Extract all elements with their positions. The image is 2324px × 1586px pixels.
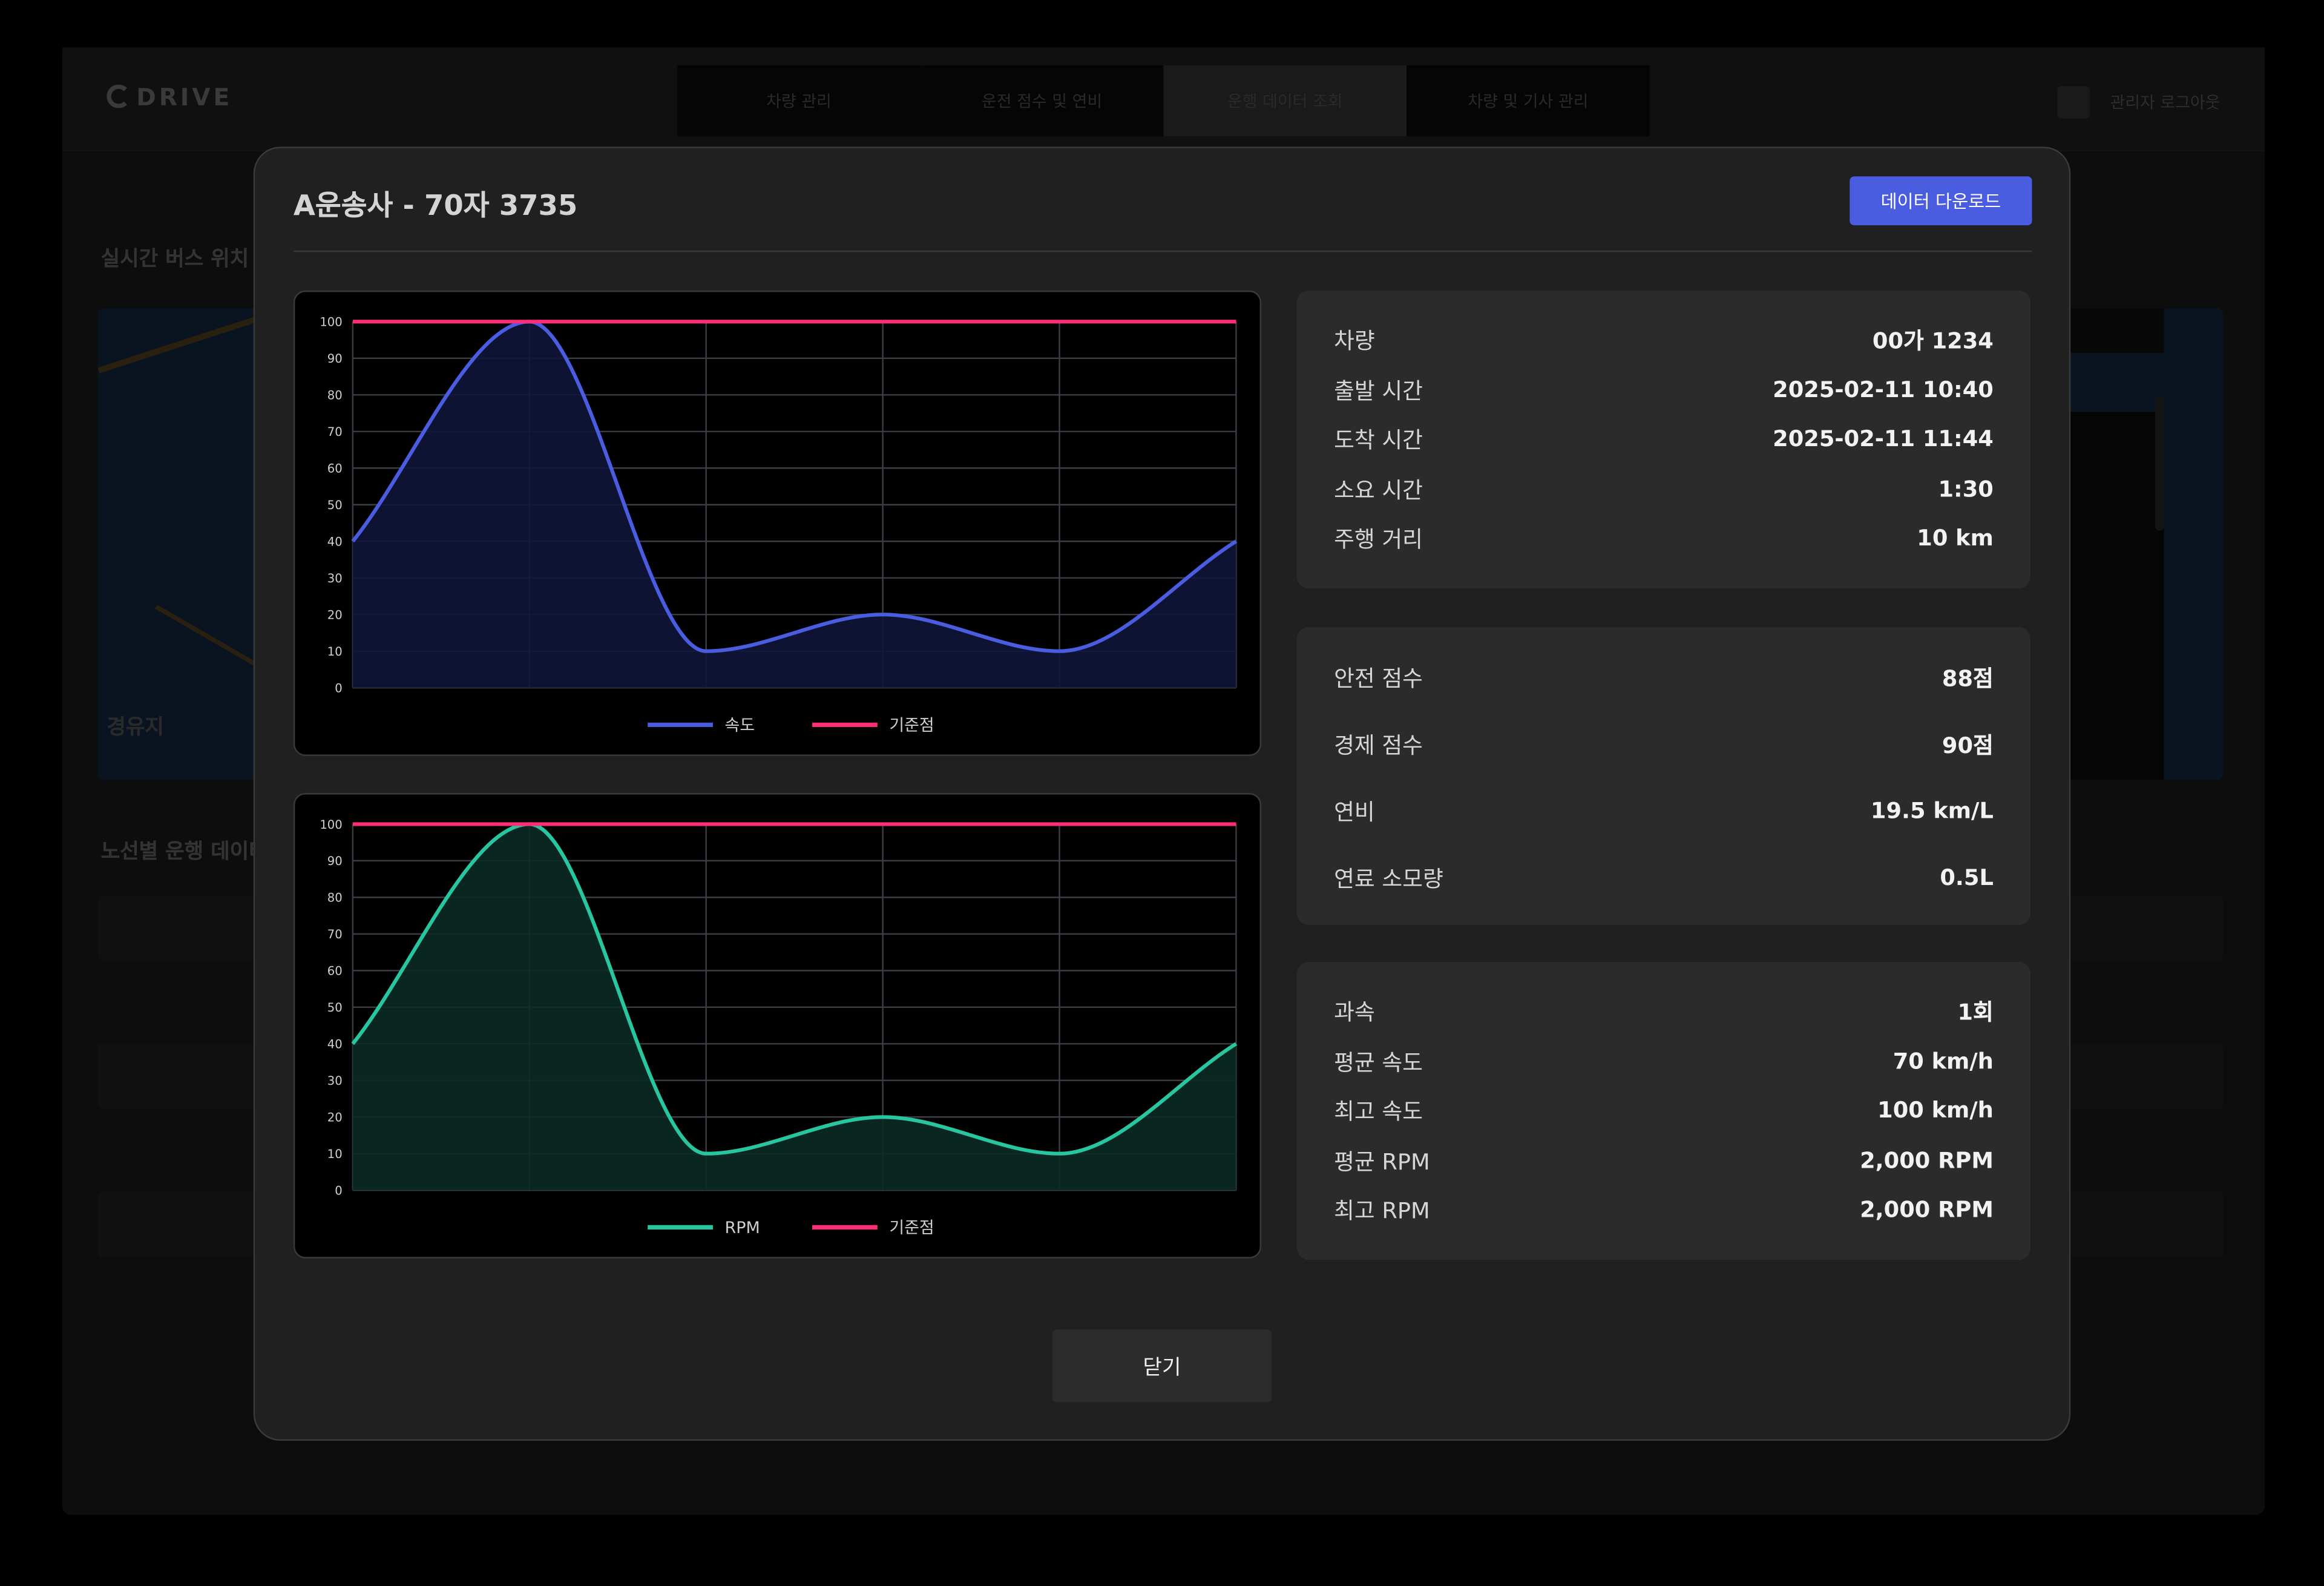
y-tick-label: 80 (327, 389, 343, 403)
score-row: 연료 소모량 0.5L (1334, 860, 1994, 895)
info-label: 출발 시간 (1334, 377, 1423, 404)
score-value: 88점 (1942, 665, 1994, 692)
legend-label: 속도 (725, 716, 755, 735)
stat-label: 최고 속도 (1334, 1097, 1423, 1125)
modal-title: A운송사 - 70자 3735 (293, 189, 578, 223)
score-value: 19.5 km/L (1870, 797, 1994, 824)
info-row: 소요 시간 1:30 (1334, 472, 1994, 507)
y-tick-label: 80 (327, 891, 343, 905)
background-logo: DRIVE (107, 83, 232, 111)
y-tick-label: 10 (327, 645, 343, 659)
stat-value: 2,000 RPM (1860, 1196, 1994, 1223)
stat-row: 최고 RPM 2,000 RPM (1334, 1192, 1994, 1228)
score-value: 0.5L (1940, 864, 1994, 891)
score-value: 90점 (1942, 731, 1994, 758)
background-nav-tabs: 차량 관리 운전 점수 및 연비 운행 데이터 조회 차량 및 기사 관리 (677, 65, 1650, 137)
stat-row: 평균 속도 70 km/h (1334, 1044, 1994, 1079)
info-label: 도착 시간 (1334, 426, 1423, 453)
legend-label: RPM (725, 1219, 760, 1237)
driving-stats-card: 과속 1회 평균 속도 70 km/h 최고 속도 100 km/h 평균 RPM 2,… (1296, 962, 2031, 1260)
score-row: 안전 점수 88점 (1334, 660, 1994, 696)
stat-label: 평균 속도 (1334, 1048, 1423, 1076)
y-tick-label: 70 (327, 927, 343, 941)
score-label: 안전 점수 (1334, 665, 1423, 692)
stat-label: 최고 RPM (1334, 1197, 1430, 1224)
y-tick-label: 50 (327, 1001, 343, 1015)
trip-info-card: 차량 00가 1234 출발 시간 2025-02-11 10:40 도착 시간 20… (1296, 290, 2031, 589)
y-tick-label: 70 (327, 425, 343, 439)
info-value: 00가 1234 (1872, 326, 1994, 354)
info-row: 출발 시간 2025-02-11 10:40 (1334, 372, 1994, 408)
stat-value: 2,000 RPM (1860, 1147, 1994, 1174)
logo-text: DRIVE (136, 83, 233, 111)
map-label: 경유지 (107, 716, 164, 740)
app-root: DRIVE 차량 관리 운전 점수 및 연비 운행 데이터 조회 차량 및 기사… (0, 0, 2324, 1586)
info-row: 차량 00가 1234 (1334, 321, 1994, 357)
rpm-chart-svg: 0 10 20 30 40 50 60 70 80 90 100 RPM 기준점 (320, 818, 1238, 1237)
score-row: 연비 19.5 km/L (1334, 793, 1994, 829)
legend-label: 기준점 (889, 1219, 934, 1237)
info-value: 10 km (1917, 524, 1994, 551)
y-tick-label: 0 (335, 681, 342, 695)
speed-chart: 0 10 20 30 40 50 60 70 80 90 100 속도 기준점 (293, 290, 1262, 756)
background-tab: 운전 점수 및 연비 (920, 65, 1164, 137)
score-label: 연비 (1334, 798, 1375, 825)
stat-row: 평균 RPM 2,000 RPM (1334, 1143, 1994, 1179)
stat-label: 과속 (1334, 998, 1375, 1025)
info-label: 주행 거리 (1334, 525, 1423, 553)
stat-row: 과속 1회 (1334, 993, 1994, 1029)
y-tick-label: 40 (327, 1038, 343, 1051)
y-tick-label: 30 (327, 1074, 343, 1088)
background-tab: 차량 관리 (677, 65, 921, 137)
score-label: 경제 점수 (1334, 731, 1423, 758)
y-tick-label: 100 (320, 315, 342, 329)
background-tab: 차량 및 기사 관리 (1407, 65, 1650, 137)
y-tick-label: 100 (320, 818, 342, 832)
map-scrollbar (2155, 397, 2164, 531)
download-data-button[interactable]: 데이터 다운로드 (1850, 176, 2032, 226)
stat-value: 100 km/h (1877, 1096, 1994, 1124)
info-value: 2025-02-11 11:44 (1773, 425, 1994, 452)
y-tick-label: 60 (327, 462, 343, 476)
score-card: 안전 점수 88점 경제 점수 90점 연비 19.5 km/L 연료 소모량 0.5L (1296, 627, 2031, 925)
y-tick-label: 90 (327, 352, 343, 366)
stat-label: 평균 RPM (1334, 1148, 1430, 1175)
legend-label: 기준점 (889, 716, 934, 735)
background-user-area: 관리자 로그아웃 (2056, 86, 2221, 119)
background-tab: 운행 데이터 조회 (1163, 65, 1407, 137)
info-value: 2025-02-11 10:40 (1773, 376, 1994, 404)
y-tick-label: 90 (327, 854, 343, 868)
info-label: 차량 (1334, 326, 1375, 354)
y-tick-label: 10 (327, 1147, 343, 1161)
modal-divider (293, 250, 2032, 252)
user-icon (2056, 86, 2090, 119)
score-row: 경제 점수 90점 (1334, 726, 1994, 762)
trip-detail-modal: A운송사 - 70자 3735 데이터 다운로드 0 10 20 30 40 50 60 70… (253, 146, 2071, 1441)
background-header: DRIVE 차량 관리 운전 점수 및 연비 운행 데이터 조회 차량 및 기사… (62, 47, 2265, 151)
stat-value: 1회 (1957, 998, 1994, 1025)
score-label: 연료 소모량 (1334, 864, 1443, 892)
info-label: 소요 시간 (1334, 476, 1423, 504)
rpm-chart: 0 10 20 30 40 50 60 70 80 90 100 RPM 기준점 (293, 793, 1262, 1259)
info-row: 주행 거리 10 km (1334, 520, 1994, 556)
background-section-title: 실시간 버스 위치 (100, 247, 249, 272)
speed-chart-svg: 0 10 20 30 40 50 60 70 80 90 100 속도 기준점 (320, 315, 1238, 735)
info-row: 도착 시간 2025-02-11 11:44 (1334, 421, 1994, 456)
y-tick-label: 40 (327, 535, 343, 549)
y-tick-label: 60 (327, 964, 343, 978)
y-tick-label: 50 (327, 498, 343, 512)
y-tick-label: 20 (327, 608, 343, 622)
close-button[interactable]: 닫기 (1052, 1329, 1272, 1403)
stat-value: 70 km/h (1892, 1048, 1994, 1075)
info-value: 1:30 (1938, 476, 1994, 503)
stat-row: 최고 속도 100 km/h (1334, 1093, 1994, 1128)
y-tick-label: 0 (335, 1184, 342, 1198)
y-tick-label: 20 (327, 1111, 343, 1125)
y-tick-label: 30 (327, 571, 343, 585)
logo-icon (107, 84, 131, 108)
background-section-title: 노선별 운행 데이터 (100, 840, 268, 864)
user-text: 관리자 로그아웃 (2110, 93, 2221, 113)
